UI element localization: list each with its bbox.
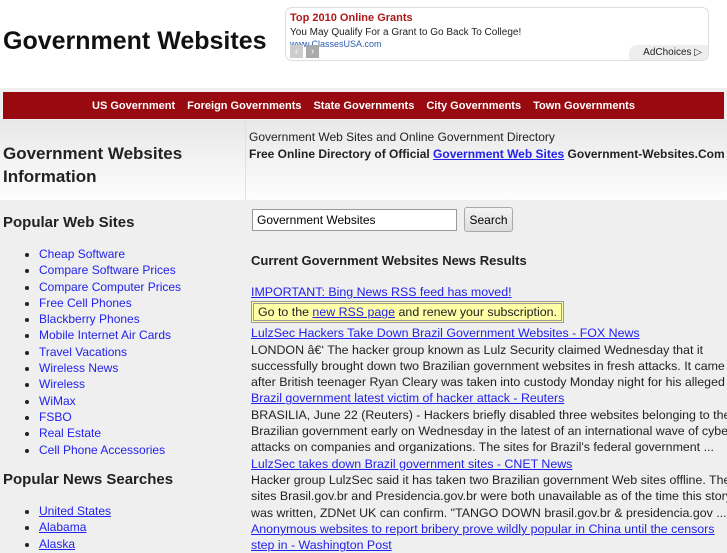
popular-site-link[interactable]: Travel Vacations (39, 345, 127, 359)
list-item: Cheap Software (39, 246, 245, 262)
news-search-link[interactable]: Alabama (39, 520, 86, 534)
bing-rss-notice-link[interactable]: IMPORTANT: Bing News RSS feed has moved! (251, 285, 512, 299)
popular-title: Popular Web Sites (3, 214, 135, 231)
news-snippet: attacks on companies and organizations. … (251, 440, 714, 455)
nav-foreign-governments[interactable]: Foreign Governments (187, 100, 301, 112)
popular-news-searches: Popular News Searches United States Alaba… (0, 471, 245, 552)
news-snippet: sites Brasil.gov.br and Presidencia.gov.… (251, 489, 727, 504)
subtagline-prefix: Free Online Directory of Official (249, 147, 434, 161)
news-snippet: was written, ZDNet UK can confirm. "TANG… (251, 505, 727, 520)
ad-url[interactable]: www.ClassesUSA.com (290, 39, 382, 47)
news-item: LulzSec Hackers Take Down Brazil Governm… (251, 325, 727, 390)
subtagline-suffix: Government-Websites.Com (564, 147, 725, 161)
main-nav: US Government Foreign Governments State … (3, 92, 724, 119)
list-item: Compare Computer Prices (39, 279, 245, 295)
popular-site-link[interactable]: Cheap Software (39, 247, 125, 261)
section-title: Government Websites Information (3, 144, 183, 186)
news-snippet: successfully brought down two Brazilian … (251, 358, 725, 373)
news-search-link[interactable]: Alaska (39, 537, 75, 551)
notice-text-end: and renew your subscription. (395, 305, 557, 320)
ad-banner[interactable]: Top 2010 Online Grants You May Qualify F… (285, 7, 709, 61)
popular-site-link[interactable]: Wireless (39, 377, 85, 391)
list-item: FSBO (39, 409, 245, 425)
adchoices-label: AdChoices (643, 47, 692, 58)
list-item: Blackberry Phones (39, 311, 245, 327)
list-item: Alaska (39, 536, 245, 552)
popular-site-link[interactable]: Mobile Internet Air Cards (39, 328, 171, 342)
ad-description: You May Qualify For a Grant to Go Back T… (290, 27, 522, 38)
list-item: Cell Phone Accessories (39, 442, 245, 458)
list-item: Free Cell Phones (39, 295, 245, 311)
government-web-sites-link[interactable]: Government Web Sites (433, 147, 564, 161)
popular-site-link[interactable]: WiMax (39, 394, 76, 408)
nav-town-governments[interactable]: Town Governments (533, 100, 635, 112)
nav-us-government[interactable]: US Government (92, 100, 175, 112)
list-item: Mobile Internet Air Cards (39, 327, 245, 343)
site-title: Government Websites (3, 27, 267, 55)
list-item: Real Estate (39, 425, 245, 441)
list-item: United States (39, 503, 245, 519)
list-item: Compare Software Prices (39, 262, 245, 278)
popular-site-link[interactable]: Real Estate (39, 426, 101, 440)
search-button[interactable]: Search (464, 207, 513, 232)
popular-site-link[interactable]: Cell Phone Accessories (39, 443, 165, 457)
news-item: LulzSec takes down Brazil government sit… (251, 456, 727, 521)
news-title-link[interactable]: LulzSec Hackers Take Down Brazil Governm… (251, 326, 640, 340)
ad-title[interactable]: Top 2010 Online Grants (290, 12, 413, 24)
popular-site-link[interactable]: FSBO (39, 410, 72, 424)
popular-site-link[interactable]: Free Cell Phones (39, 296, 132, 310)
ad-next-icon[interactable]: › (306, 45, 319, 58)
results-title: Current Government Websites News Results (251, 253, 527, 268)
news-item: Brazil government latest victim of hacke… (251, 390, 727, 455)
popular-web-sites: Popular Web Sites Cheap Software Compare … (0, 214, 245, 458)
nav-city-governments[interactable]: City Governments (426, 100, 521, 112)
subtagline: Free Online Directory of Official Govern… (249, 147, 725, 161)
tagline: Government Web Sites and Online Governme… (249, 130, 555, 144)
list-item: Wireless News (39, 360, 245, 376)
news-results: IMPORTANT: Bing News RSS feed has moved!… (251, 284, 727, 553)
news-search-link[interactable]: United States (39, 504, 111, 518)
news-title-link[interactable]: Anonymous websites to report bribery pro… (251, 522, 715, 552)
list-item: WiMax (39, 393, 245, 409)
notice-text: Go to the (258, 305, 313, 320)
popular-site-link[interactable]: Compare Computer Prices (39, 280, 181, 294)
list-item: Wireless (39, 376, 245, 392)
list-item: Alabama (39, 519, 245, 535)
list-item: Travel Vacations (39, 344, 245, 360)
nav-state-governments[interactable]: State Governments (313, 100, 414, 112)
popular-site-link[interactable]: Blackberry Phones (39, 312, 140, 326)
news-snippet: after British teenager Ryan Cleary was t… (251, 375, 727, 390)
ad-prev-icon[interactable]: ‹ (290, 45, 303, 58)
news-snippet: Hacker group LulzSec said it has taken t… (251, 472, 727, 487)
news-searches-title: Popular News Searches (3, 471, 174, 488)
news-snippet: LONDON â€‘ The hacker group known as Lul… (251, 342, 704, 357)
adchoices-button[interactable]: AdChoices ▷ (629, 45, 708, 60)
popular-site-link[interactable]: Compare Software Prices (39, 263, 176, 277)
popular-site-link[interactable]: Wireless News (39, 361, 118, 375)
new-rss-page-link[interactable]: new RSS page (312, 305, 395, 319)
column-divider (245, 120, 246, 200)
news-snippet: Brazilian government early on Wednesday … (251, 424, 727, 439)
news-item: Anonymous websites to report bribery pro… (251, 521, 727, 553)
search-input[interactable] (252, 209, 457, 231)
news-title-link[interactable]: LulzSec takes down Brazil government sit… (251, 457, 572, 471)
news-snippet: BRASILIA, June 22 (Reuters) - Hackers br… (251, 407, 727, 422)
news-title-link[interactable]: Brazil government latest victim of hacke… (251, 391, 564, 405)
rss-notice-box: Go to the new RSS page and renew your su… (251, 301, 564, 324)
